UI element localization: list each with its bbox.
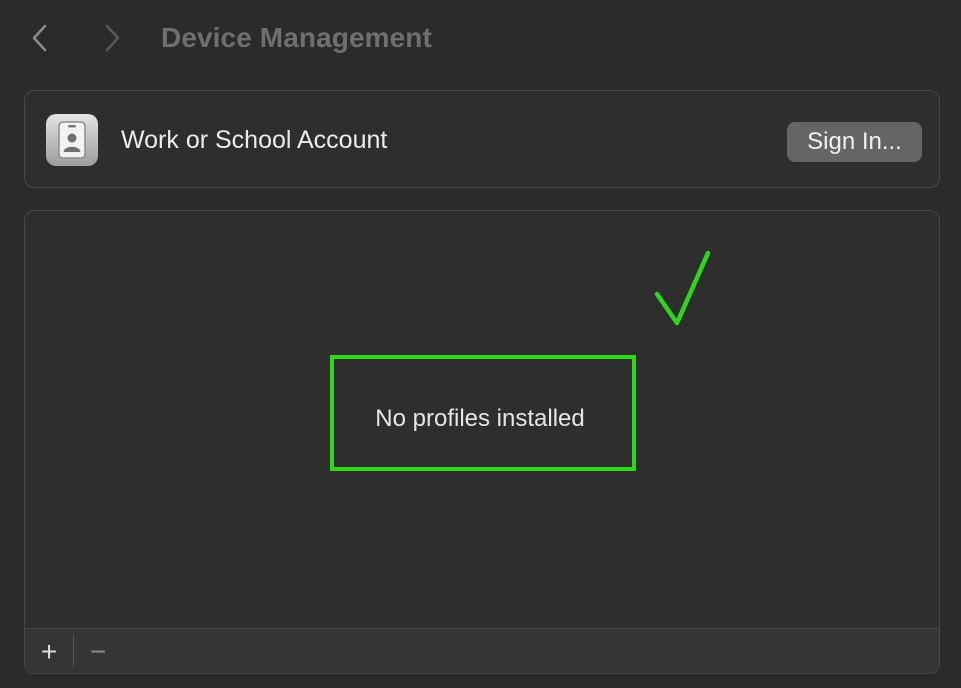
chevron-right-icon — [105, 24, 120, 52]
add-profile-button[interactable]: + — [34, 637, 64, 667]
back-button[interactable] — [22, 20, 58, 56]
device-management-window: Device Management Work or School Account… — [0, 0, 961, 688]
remove-profile-button[interactable]: − — [83, 637, 113, 667]
forward-button[interactable] — [94, 20, 130, 56]
work-school-account-row: Work or School Account Sign In... — [24, 90, 940, 188]
page-title: Device Management — [161, 22, 432, 53]
account-label: Work or School Account — [121, 126, 388, 154]
toolbar-divider — [73, 635, 74, 667]
no-profiles-message: No profiles installed — [375, 405, 585, 432]
toolbar: Device Management — [0, 0, 961, 76]
id-badge-icon — [46, 114, 98, 166]
chevron-left-icon — [32, 24, 47, 52]
profiles-list: No profiles installed — [25, 211, 939, 628]
sign-in-button[interactable]: Sign In... — [787, 122, 922, 162]
profiles-toolbar: + − — [25, 628, 939, 673]
profiles-panel: No profiles installed + − — [24, 210, 940, 674]
